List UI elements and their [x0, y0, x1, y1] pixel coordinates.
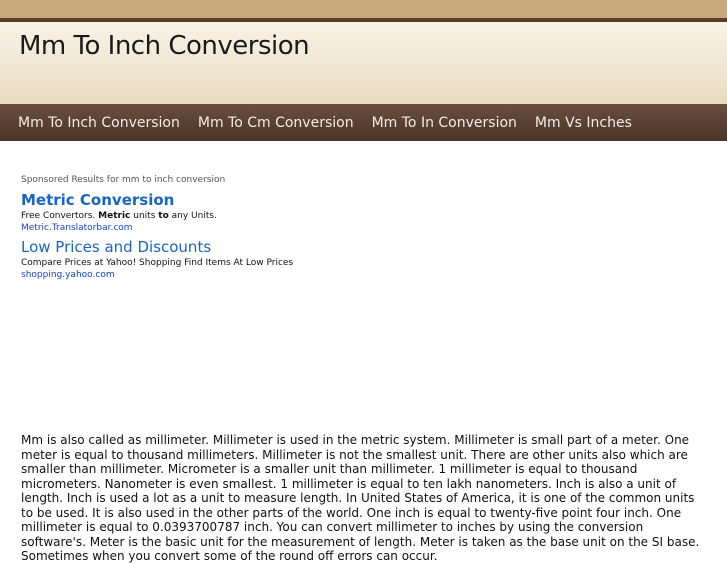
ad-title-link[interactable]: Metric Conversion: [21, 191, 521, 209]
ad-url-link[interactable]: shopping.yahoo.com: [21, 270, 521, 281]
ad-item: Metric Conversion Free Convertors. Metri…: [21, 191, 521, 234]
ad-url-link[interactable]: Metric.Translatorbar.com: [21, 223, 521, 234]
article-body: Mm is also called as millimeter. Millime…: [21, 433, 700, 563]
top-decorative-strip: [0, 0, 727, 18]
nav-list: Mm To Inch Conversion Mm To Cm Conversio…: [0, 104, 727, 141]
nav-item-mm-vs-inches[interactable]: Mm Vs Inches: [535, 115, 632, 131]
ad-desc-text: any Units.: [168, 211, 217, 221]
site-header: Mm To Inch Conversion: [0, 22, 727, 104]
ad-description: Free Convertors. Metric units to any Uni…: [21, 209, 521, 223]
ad-desc-bold: Metric: [98, 211, 131, 221]
ad-desc-text: Free Convertors.: [21, 211, 99, 221]
main-navigation: Mm To Inch Conversion Mm To Cm Conversio…: [0, 104, 727, 141]
sponsored-results: Sponsored Results for mm to inch convers…: [21, 175, 521, 285]
ad-desc-text: units: [130, 211, 159, 221]
ad-description: Compare Prices at Yahoo! Shopping Find I…: [21, 258, 294, 268]
nav-item-mm-to-cm[interactable]: Mm To Cm Conversion: [198, 115, 354, 131]
nav-item-mm-to-in[interactable]: Mm To In Conversion: [372, 115, 517, 131]
site-title[interactable]: Mm To Inch Conversion: [19, 31, 310, 61]
ad-item: Low Prices and Discounts Compare Prices …: [21, 238, 521, 281]
ad-desc-bold: to: [158, 211, 169, 221]
ad-title-link[interactable]: Low Prices and Discounts: [21, 238, 521, 256]
sponsored-label: Sponsored Results for mm to inch convers…: [21, 175, 226, 185]
nav-item-mm-to-inch[interactable]: Mm To Inch Conversion: [18, 115, 180, 131]
